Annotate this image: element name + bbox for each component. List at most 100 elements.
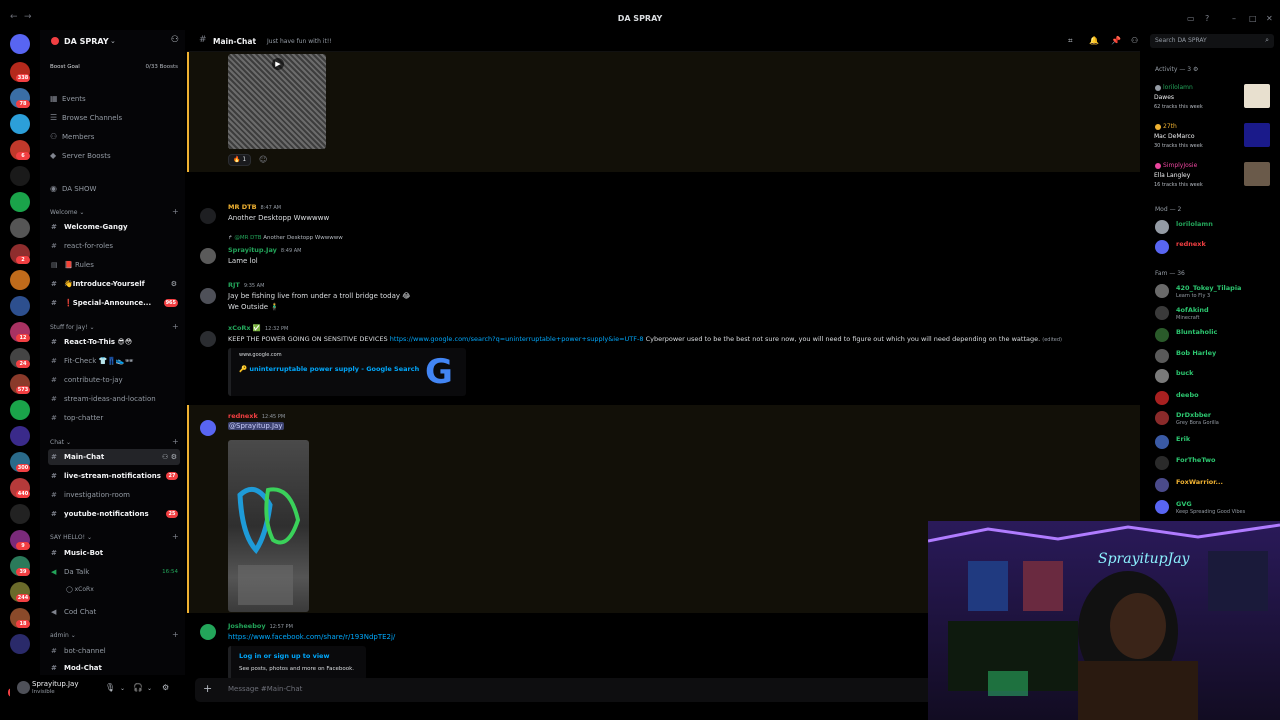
channel-mod-chat[interactable]: # Mod-Chat (48, 662, 180, 674)
sidebar-item-events[interactable]: ▦ Events (50, 91, 180, 106)
minimize-icon[interactable]: – (1232, 14, 1236, 23)
category-say-hello[interactable]: SAY HELLO! ⌄ (50, 534, 92, 541)
member-item[interactable]: buck (1155, 367, 1277, 384)
server-icon[interactable] (10, 634, 30, 654)
channel-contribute[interactable]: # contribute-to-jay (48, 372, 180, 388)
message-author[interactable]: RJT 9:35 AM (228, 281, 264, 289)
channel-react-for-roles[interactable]: # react-for-roles (48, 238, 180, 254)
server-icon[interactable] (10, 270, 30, 290)
attach-plus-icon[interactable]: + (203, 682, 212, 695)
channel-special-announcements[interactable]: # ❗Special-Announce... 965 (48, 295, 180, 311)
member-item[interactable]: 4ofAkind Minecraft (1155, 304, 1277, 321)
channel-welcome-gangy[interactable]: # Welcome-Gangy (48, 219, 180, 235)
video-thumbnail[interactable]: ▶ (228, 54, 326, 149)
embed-title[interactable]: 🔑 uninterruptable power supply - Google … (239, 365, 419, 373)
server-icon[interactable] (10, 218, 30, 238)
channel-top-chatter[interactable]: # top-chatter (48, 410, 180, 426)
user-mention[interactable]: @Sprayitup.Jay (228, 422, 284, 430)
member-item[interactable]: DrDxbber Grey Bora Gorilla (1155, 409, 1277, 426)
inbox-icon[interactable]: ▭ (1187, 14, 1195, 23)
channel-fit-check[interactable]: # Fit-Check 👕👖👟🕶 (48, 353, 180, 369)
message-author[interactable]: xCoRx ✅ 12:32 PM (228, 324, 288, 332)
channel-bot-channel[interactable]: # bot-channel (48, 643, 180, 659)
channel-music-bot[interactable]: # Music-Bot (48, 545, 180, 561)
member-item[interactable]: Bob Harley (1155, 347, 1277, 364)
add-channel-icon[interactable]: + (172, 322, 179, 331)
play-icon[interactable]: ▶ (272, 58, 284, 70)
voice-channel-cod-chat[interactable]: ◀ Cod Chat (48, 604, 180, 620)
member-item[interactable]: lorilolamn (1155, 218, 1277, 235)
add-channel-icon[interactable]: + (172, 532, 179, 541)
threads-icon[interactable]: ⌗ (1068, 36, 1073, 46)
avatar[interactable] (200, 420, 216, 436)
channel-stream-ideas[interactable]: # stream-ideas-and-location (48, 391, 180, 407)
channel-react-to-this[interactable]: # React-To-This 😎😳 (48, 334, 180, 350)
add-channel-icon[interactable]: + (172, 630, 179, 639)
help-icon[interactable]: ? (1205, 14, 1209, 23)
channel-introduce-yourself[interactable]: # 👋Introduce-Yourself ⚙ (48, 276, 180, 292)
boost-goal[interactable]: Boost Goal 0/33 Boosts (50, 63, 178, 73)
member-item[interactable]: rednexk (1155, 238, 1277, 255)
settings-gear-icon[interactable]: ⚙ (162, 683, 169, 692)
add-channel-icon[interactable]: + (172, 207, 179, 216)
activity-card[interactable]: lorilolamn Dawes 62 tracks this week (1148, 82, 1274, 118)
sidebar-item-browse[interactable]: ☰ Browse Channels (50, 110, 180, 125)
avatar[interactable] (200, 288, 216, 304)
close-icon[interactable]: ✕ (1266, 14, 1273, 23)
category-stuff[interactable]: Stuff for Jay! ⌄ (50, 324, 95, 331)
server-icon[interactable] (10, 166, 30, 186)
pin-icon[interactable]: 📌 (1111, 36, 1121, 45)
sidebar-item-members[interactable]: ⚇ Members (50, 129, 180, 144)
invite-icon[interactable]: ⚇ (171, 35, 179, 45)
server-icon[interactable] (10, 504, 30, 524)
microphone-icon[interactable]: 🎙 (105, 683, 115, 692)
message-author[interactable]: MR DTB 8:47 AM (228, 203, 281, 211)
channel-youtube-notifications[interactable]: # youtube-notifications 25 (48, 506, 180, 522)
chevron-down-icon[interactable]: ⌄ (120, 685, 125, 692)
voice-channel-da-talk[interactable]: ◀ Da Talk 16:54 (48, 564, 180, 580)
category-chat[interactable]: Chat ⌄ (50, 439, 71, 446)
member-item[interactable]: FoxWarrior... (1155, 476, 1277, 493)
channel-main-chat[interactable]: # Main-Chat ⚇ ⚙ (48, 449, 180, 465)
channel-live-stream-notifications[interactable]: # live-stream-notifications 27 (48, 468, 180, 484)
avatar[interactable] (200, 208, 216, 224)
member-item[interactable]: Bluntaholic (1155, 326, 1277, 343)
avatar[interactable] (200, 624, 216, 640)
reaction-chip[interactable]: 🔥 1 (228, 154, 252, 166)
chevron-down-icon[interactable]: ⌄ (110, 37, 116, 45)
home-icon[interactable] (10, 34, 30, 54)
member-item[interactable]: deebo (1155, 389, 1277, 406)
reply-preview[interactable]: ↱ @MR DTB Another Desktopp Wwwwww (228, 235, 343, 241)
embed-title[interactable]: Log in or sign up to view (239, 652, 329, 660)
maximize-icon[interactable]: □ (1249, 14, 1257, 23)
message-author[interactable]: Josheeboy 12:57 PM (228, 622, 293, 630)
bell-icon[interactable]: 🔔 (1089, 36, 1099, 45)
category-welcome[interactable]: Welcome ⌄ (50, 209, 84, 216)
headphones-icon[interactable]: 🎧 (133, 683, 143, 692)
chevron-down-icon[interactable]: ⌄ (147, 685, 152, 692)
activity-card[interactable]: 27th Mac DeMarco 30 tracks this week (1148, 121, 1274, 157)
channel-topic[interactable]: Just have fun with it!! (267, 38, 332, 45)
channel-rules[interactable]: ▤ 📕 Rules (48, 257, 180, 273)
sidebar-item-boosts[interactable]: ◆ Server Boosts (50, 148, 180, 163)
member-list-icon[interactable]: ⚇ (1131, 36, 1138, 45)
message-link[interactable]: https://www.google.com/search?q=uninterr… (390, 335, 644, 343)
server-icon[interactable] (10, 400, 30, 420)
member-item[interactable]: GVG Keep Spreading Good Vibes (1155, 498, 1277, 515)
server-icon[interactable] (10, 114, 30, 134)
add-reaction-icon[interactable]: ☺ (259, 155, 267, 164)
channel-investigation-room[interactable]: # investigation-room (48, 487, 180, 503)
member-item[interactable]: Erik (1155, 433, 1277, 450)
server-header[interactable]: DA SPRAY ⌄ ⚇ (40, 30, 185, 52)
message-link[interactable]: https://www.facebook.com/share/r/193NdpT… (228, 633, 395, 641)
message-author[interactable]: rednexk 12:45 PM (228, 412, 285, 420)
avatar[interactable] (17, 681, 30, 694)
category-admin[interactable]: admin ⌄ (50, 632, 76, 639)
avatar[interactable] (200, 331, 216, 347)
voice-user[interactable]: ◯ xCoRx (66, 586, 94, 593)
member-item[interactable]: ForTheTwo (1155, 454, 1277, 471)
add-channel-icon[interactable]: + (172, 437, 179, 446)
gear-icon[interactable]: ⚙ (171, 276, 177, 292)
member-item[interactable]: 420_Tokey_Tilapia Learn to Fly 3 (1155, 282, 1277, 299)
message-author[interactable]: Sprayitup.Jay 8:49 AM (228, 246, 301, 254)
